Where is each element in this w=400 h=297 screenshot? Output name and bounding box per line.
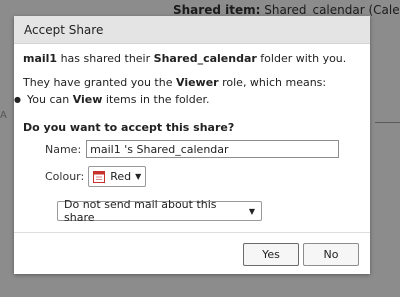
accept-question: Do you want to accept this share? — [23, 121, 235, 134]
shared-item-label: Shared item: — [173, 3, 261, 17]
message-text-end: folder with you. — [256, 52, 347, 65]
mail-option-value: Do not send mail about this share — [64, 198, 217, 224]
colour-value: Red — [110, 170, 132, 183]
colour-label: Colour: — [45, 170, 85, 183]
sharer-name: mail1 — [23, 52, 58, 65]
colour-dropdown[interactable]: Red ▼ — [88, 166, 147, 187]
share-message: mail1 has shared their Shared_calendar f… — [23, 52, 361, 66]
name-field[interactable]: mail1 's Shared_calendar — [86, 140, 340, 158]
bullet-prefix: You can — [26, 93, 73, 106]
colour-row: Colour: Red ▼ — [45, 166, 147, 187]
dropdown-caret-icon: ▼ — [248, 206, 255, 216]
dialog-titlebar[interactable]: Accept Share — [14, 16, 370, 44]
name-field-value: mail1 's Shared_calendar — [90, 142, 229, 156]
bullet-dot-icon: ● — [14, 95, 21, 104]
folder-name: Shared_calendar — [153, 52, 257, 65]
button-divider — [14, 232, 370, 233]
bullet-verb: View — [72, 93, 103, 106]
name-row: Name: mail1 's Shared_calendar — [45, 140, 340, 158]
role-name: Viewer — [176, 76, 219, 89]
no-button[interactable]: No — [303, 243, 359, 266]
accept-share-dialog: Accept Share mail1 has shared their Shar… — [14, 16, 370, 274]
dialog-title: Accept Share — [24, 22, 104, 37]
shared-item-value: Shared_calendar (Cale — [264, 3, 400, 17]
mail-option-dropdown[interactable]: Do not send mail about this share ▼ — [57, 198, 262, 224]
dropdown-caret-icon: ▼ — [135, 172, 142, 181]
permission-bullet: ● You can View items in the folder. — [14, 93, 361, 107]
name-label: Name: — [45, 142, 82, 156]
background-shared-item: Shared item: Shared_calendar (Cale — [173, 3, 400, 17]
role-prefix: They have granted you the — [23, 76, 176, 89]
role-suffix: role, which means: — [218, 76, 327, 89]
message-text: has shared their — [57, 52, 154, 65]
background-stray-text: A — [0, 110, 7, 121]
yes-button[interactable]: Yes — [243, 243, 299, 266]
bullet-suffix: items in the folder. — [102, 93, 210, 106]
role-message: They have granted you the Viewer role, w… — [23, 76, 361, 90]
calendar-icon — [93, 170, 106, 183]
background-divider — [375, 122, 400, 123]
